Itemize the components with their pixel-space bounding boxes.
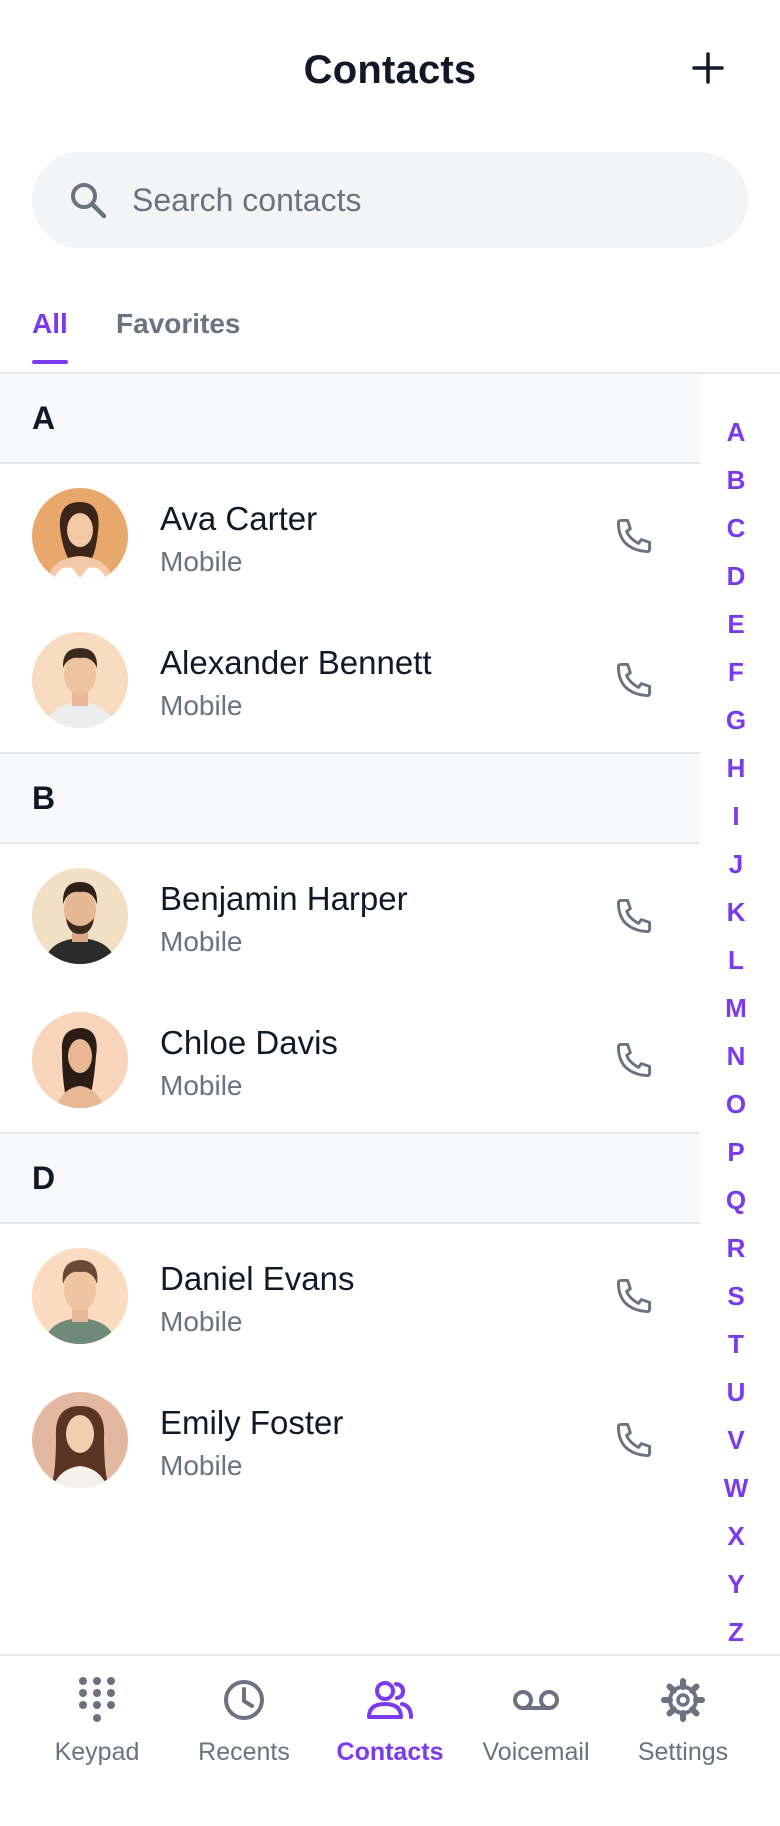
tab-all[interactable]: All: [32, 308, 68, 364]
add-contact-button[interactable]: [684, 44, 732, 92]
contact-type: Mobile: [160, 1306, 243, 1337]
contact-name: Emily Foster: [160, 1404, 344, 1441]
index-letter[interactable]: D: [710, 552, 762, 600]
filter-tabs: All Favorites: [0, 280, 780, 374]
avatar: [32, 1012, 128, 1108]
search-bar[interactable]: [32, 152, 748, 248]
contact-type: Mobile: [160, 546, 243, 577]
header: Contacts: [0, 0, 780, 140]
contact-name: Ava Carter: [160, 500, 318, 537]
index-letter[interactable]: V: [710, 1416, 762, 1464]
contact-name: Daniel Evans: [160, 1260, 355, 1297]
avatar: [32, 488, 128, 584]
phone-icon[interactable]: [612, 1418, 656, 1462]
avatar: [32, 1248, 128, 1344]
contact-row[interactable]: Emily Foster Mobile: [0, 1368, 700, 1512]
nav-label: Recents: [198, 1738, 290, 1766]
section-header-d: D: [0, 1134, 700, 1224]
voicemail-icon: [513, 1690, 559, 1710]
index-letter[interactable]: J: [710, 840, 762, 888]
index-letter[interactable]: M: [710, 984, 762, 1032]
index-letter[interactable]: S: [710, 1272, 762, 1320]
phone-icon[interactable]: [612, 658, 656, 702]
gear-icon: [661, 1678, 705, 1722]
nav-keypad[interactable]: Keypad: [22, 1674, 172, 1767]
phone-icon[interactable]: [612, 894, 656, 938]
contact-row[interactable]: Alexander Bennett Mobile: [0, 608, 700, 754]
index-letter[interactable]: T: [710, 1320, 762, 1368]
contact-row[interactable]: Daniel Evans Mobile: [0, 1224, 700, 1368]
page-title: Contacts: [303, 48, 477, 92]
index-letter[interactable]: B: [710, 456, 762, 504]
index-letter[interactable]: Y: [710, 1560, 762, 1608]
tab-favorites[interactable]: Favorites: [116, 308, 241, 364]
index-letter[interactable]: X: [710, 1512, 762, 1560]
index-letter[interactable]: N: [710, 1032, 762, 1080]
nav-label: Voicemail: [482, 1738, 590, 1766]
contact-type: Mobile: [160, 1450, 243, 1481]
avatar: [32, 868, 128, 964]
contact-list: A Ava Carter Mobile Alexander Bennett Mo…: [0, 374, 700, 1512]
section-header-b: B: [0, 754, 700, 844]
section-header-a: A: [0, 374, 700, 464]
index-letter[interactable]: Z: [710, 1608, 762, 1656]
index-letter[interactable]: E: [710, 600, 762, 648]
index-letter[interactable]: O: [710, 1080, 762, 1128]
nav-voicemail[interactable]: Voicemail: [461, 1674, 611, 1767]
index-letter[interactable]: H: [710, 744, 762, 792]
nav-contacts[interactable]: Contacts: [315, 1674, 465, 1767]
search-icon: [71, 183, 107, 219]
bottom-nav: Keypad Recents Contacts Voicemail Settin…: [0, 1654, 780, 1826]
index-letter[interactable]: W: [710, 1464, 762, 1512]
contact-type: Mobile: [160, 926, 243, 957]
phone-icon[interactable]: [612, 514, 656, 558]
index-letter[interactable]: L: [710, 936, 762, 984]
index-letter[interactable]: C: [710, 504, 762, 552]
avatar: [32, 632, 128, 728]
phone-icon[interactable]: [612, 1038, 656, 1082]
index-letter[interactable]: Q: [710, 1176, 762, 1224]
avatar: [32, 1392, 128, 1488]
index-letter[interactable]: P: [710, 1128, 762, 1176]
plus-icon: [692, 52, 724, 84]
phone-icon[interactable]: [612, 1274, 656, 1318]
contact-row[interactable]: Ava Carter Mobile: [0, 464, 700, 608]
contact-type: Mobile: [160, 1070, 243, 1101]
contact-name: Alexander Bennett: [160, 644, 432, 681]
index-letter[interactable]: F: [710, 648, 762, 696]
contact-type: Mobile: [160, 690, 243, 721]
index-letter[interactable]: A: [710, 408, 762, 456]
clock-icon: [224, 1680, 264, 1720]
alphabet-index[interactable]: A B C D E F G H I J K L M N O P Q R S T …: [710, 408, 762, 1656]
contacts-icon: [367, 1681, 413, 1719]
nav-label: Contacts: [336, 1738, 444, 1766]
nav-label: Settings: [637, 1738, 729, 1766]
contact-row[interactable]: Benjamin Harper Mobile: [0, 844, 700, 988]
index-letter[interactable]: G: [710, 696, 762, 744]
nav-recents[interactable]: Recents: [169, 1674, 319, 1767]
index-letter[interactable]: R: [710, 1224, 762, 1272]
contact-name: Chloe Davis: [160, 1024, 338, 1061]
nav-label: Keypad: [54, 1738, 140, 1766]
contact-row[interactable]: Chloe Davis Mobile: [0, 988, 700, 1134]
index-letter[interactable]: U: [710, 1368, 762, 1416]
keypad-icon: [79, 1677, 115, 1722]
search-input[interactable]: [130, 180, 694, 220]
index-letter[interactable]: I: [710, 792, 762, 840]
nav-settings[interactable]: Settings: [608, 1674, 758, 1767]
contact-name: Benjamin Harper: [160, 880, 408, 917]
index-letter[interactable]: K: [710, 888, 762, 936]
